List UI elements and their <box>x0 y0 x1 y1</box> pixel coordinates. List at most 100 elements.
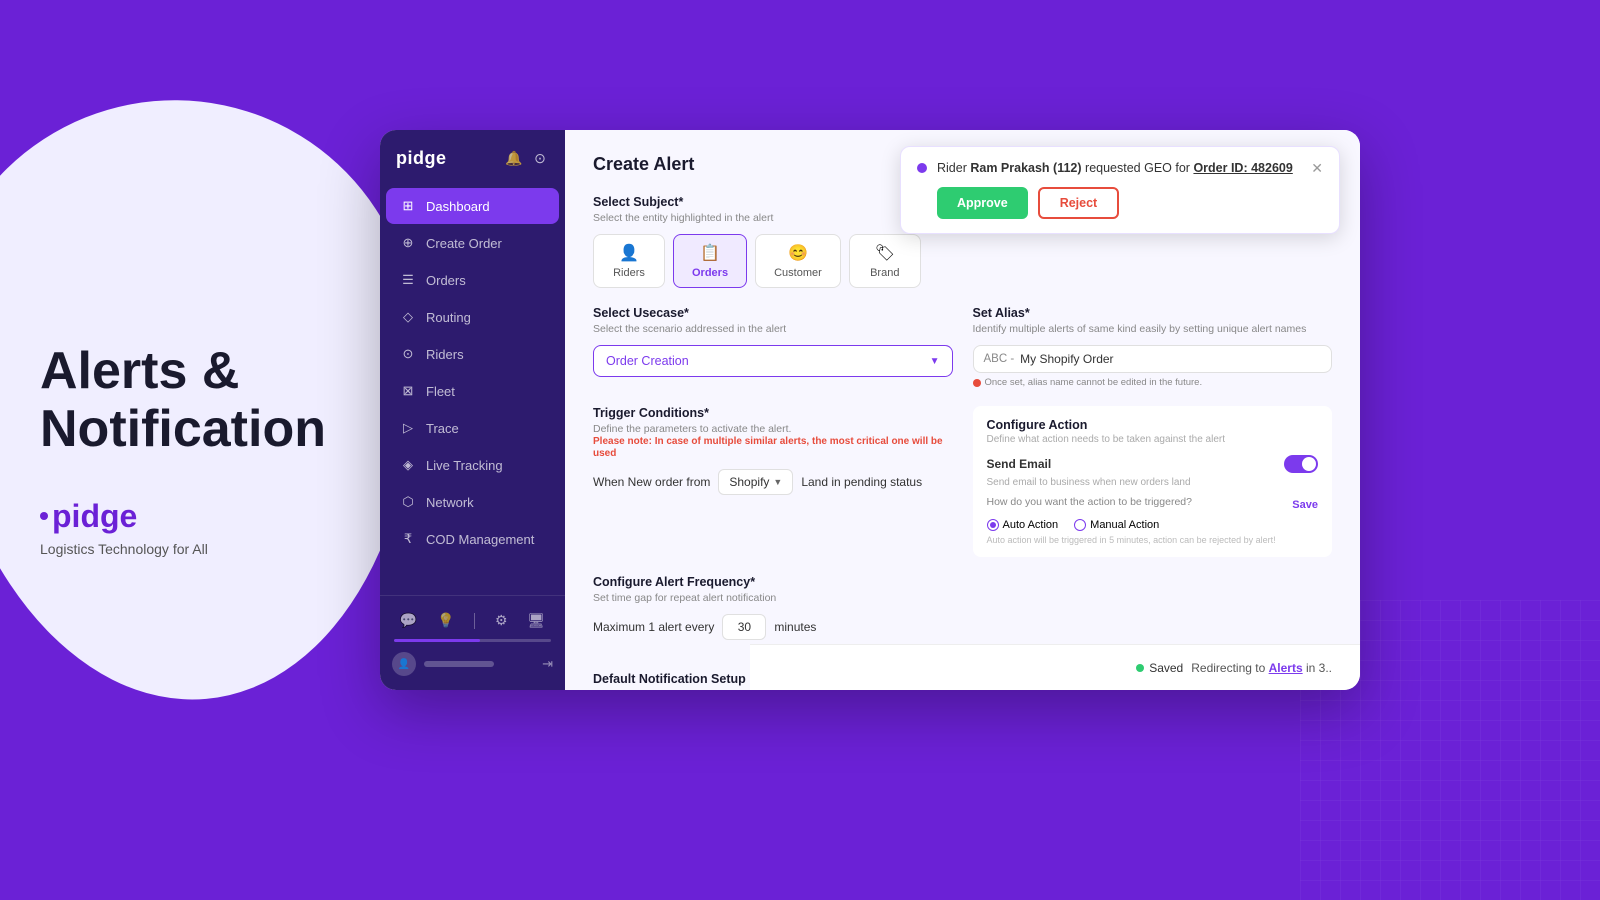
alias-sublabel: Identify multiple alerts of same kind ea… <box>973 323 1333 335</box>
alias-input[interactable] <box>1020 352 1321 366</box>
customer-subject-icon: 😊 <box>788 243 808 263</box>
subject-options: 👤 Riders 📋 Orders 😊 Customer 🏷 Brand <box>593 234 1332 288</box>
sidebar-item-fleet[interactable]: ⊠ Fleet <box>386 373 559 409</box>
send-email-toggle[interactable] <box>1284 455 1318 473</box>
chat-icon[interactable]: 💬 <box>400 612 417 629</box>
usecase-label: Select Usecase* <box>593 306 953 320</box>
sidebar-item-create-order[interactable]: ⊕ Create Order <box>386 225 559 261</box>
frequency-input[interactable] <box>722 614 766 640</box>
sidebar-item-riders[interactable]: ⊙ Riders <box>386 336 559 372</box>
subject-option-riders[interactable]: 👤 Riders <box>593 234 665 288</box>
sidebar-item-orders[interactable]: ☰ Orders <box>386 262 559 298</box>
sidebar-nav: ⊞ Dashboard ⊕ Create Order ☰ Orders ◇ Ro… <box>380 183 565 595</box>
sidebar-item-label: Orders <box>426 273 466 288</box>
manual-action-radio[interactable] <box>1074 519 1086 531</box>
trigger-label: Trigger Conditions* <box>593 406 953 420</box>
frequency-row: Maximum 1 alert every minutes <box>593 614 1332 640</box>
notif-header: Rider Ram Prakash (112) requested GEO fo… <box>917 161 1323 175</box>
save-link[interactable]: Save <box>1292 499 1318 511</box>
sidebar-user: 👤 ⇥ <box>380 646 565 682</box>
orders-icon: ☰ <box>400 272 416 288</box>
progress-bar <box>394 639 551 642</box>
redirect-link[interactable]: Alerts <box>1269 661 1303 675</box>
notification-popup: Rider Ram Prakash (112) requested GEO fo… <box>900 146 1340 234</box>
notif-text: Rider Ram Prakash (112) requested GEO fo… <box>937 161 1301 175</box>
sidebar-item-label: COD Management <box>426 532 534 547</box>
usecase-section: Select Usecase* Select the scenario addr… <box>593 306 953 388</box>
sidebar-item-label: Fleet <box>426 384 455 399</box>
sidebar-item-label: Trace <box>426 421 459 436</box>
manual-action-label: Manual Action <box>1090 519 1159 531</box>
redirect-text: Redirecting to Alerts in 3.. <box>1191 661 1332 675</box>
usecase-value: Order Creation <box>606 354 689 368</box>
user-avatar: 👤 <box>392 652 416 676</box>
reject-button[interactable]: Reject <box>1038 187 1120 219</box>
live-tracking-icon: ◈ <box>400 457 416 473</box>
trace-icon: ▷ <box>400 420 416 436</box>
create-order-icon: ⊕ <box>400 235 416 251</box>
alias-input-row: ABC - <box>973 345 1333 373</box>
search-icon[interactable]: ⊙ <box>531 150 549 168</box>
customer-subject-label: Customer <box>774 267 822 279</box>
frequency-unit: minutes <box>774 620 816 634</box>
riders-icon: ⊙ <box>400 346 416 362</box>
orders-subject-label: Orders <box>692 267 728 279</box>
sidebar-item-dashboard[interactable]: ⊞ Dashboard <box>386 188 559 224</box>
brand-dot <box>40 512 48 520</box>
bottom-bar: Saved Redirecting to Alerts in 3.. <box>750 644 1360 690</box>
chevron-down-icon: ▼ <box>930 356 940 367</box>
sidebar-logo: pidge <box>396 148 447 169</box>
sidebar-item-trace[interactable]: ▷ Trace <box>386 410 559 446</box>
usecase-alias-row: Select Usecase* Select the scenario addr… <box>593 306 1332 388</box>
subject-option-customer[interactable]: 😊 Customer <box>755 234 841 288</box>
brand-subject-label: Brand <box>870 267 899 279</box>
approve-button[interactable]: Approve <box>937 187 1028 219</box>
configure-action-section: Configure Action Define what action need… <box>973 406 1333 557</box>
sidebar-item-label: Network <box>426 495 474 510</box>
trigger-condition-row: When New order from Shopify ▼ Land in pe… <box>593 469 953 495</box>
user-name-bar <box>424 661 494 667</box>
manual-action-option[interactable]: Manual Action <box>1074 519 1159 531</box>
sidebar-item-network[interactable]: ⬡ Network <box>386 484 559 520</box>
frequency-sublabel: Set time gap for repeat alert notificati… <box>593 592 1332 604</box>
alias-warning-text: Once set, alias name cannot be edited in… <box>985 377 1203 388</box>
notif-actions: Approve Reject <box>917 187 1323 219</box>
usecase-dropdown[interactable]: Order Creation ▼ <box>593 345 953 377</box>
alias-prefix: ABC - <box>984 353 1015 365</box>
lightbulb-icon[interactable]: 💡 <box>437 612 454 629</box>
subject-option-orders[interactable]: 📋 Orders <box>673 234 747 288</box>
trigger-suffix: Land in pending status <box>801 475 922 489</box>
orders-subject-icon: 📋 <box>700 243 720 263</box>
auto-action-radio[interactable] <box>987 519 999 531</box>
monitor-icon[interactable]: 🖥 <box>527 612 545 629</box>
sidebar: pidge 🔔 ⊙ ⊞ Dashboard ⊕ Create Order ☰ O… <box>380 130 565 690</box>
sidebar-item-cod-management[interactable]: ₹ COD Management <box>386 521 559 557</box>
notif-dot <box>917 163 927 173</box>
settings-icon[interactable]: ⚙ <box>495 612 508 629</box>
trigger-platform-select[interactable]: Shopify ▼ <box>718 469 793 495</box>
configure-action-title: Configure Action <box>987 418 1319 432</box>
send-email-label: Send Email <box>987 457 1052 471</box>
sidebar-footer-icons: 💬 💡 ⚙ 🖥 <box>380 606 565 635</box>
auto-action-note: Auto action will be triggered in 5 minut… <box>987 535 1319 545</box>
rider-name: Ram Prakash (112) <box>970 161 1081 175</box>
auto-action-option[interactable]: Auto Action <box>987 519 1059 531</box>
platform-value: Shopify <box>729 475 769 489</box>
trigger-section: Trigger Conditions* Define the parameter… <box>593 406 953 557</box>
riders-subject-icon: 👤 <box>619 243 639 263</box>
progress-fill <box>394 639 480 642</box>
logout-icon[interactable]: ⇥ <box>542 656 553 672</box>
order-link[interactable]: Order ID: 482609 <box>1193 161 1292 175</box>
send-email-sublabel: Send email to business when new orders l… <box>987 477 1319 488</box>
radio-row: Auto Action Manual Action <box>987 519 1319 531</box>
close-icon[interactable]: ✕ <box>1311 161 1323 175</box>
warning-dot <box>973 379 981 387</box>
sidebar-item-label: Create Order <box>426 236 502 251</box>
configure-action-sublabel: Define what action needs to be taken aga… <box>987 434 1319 445</box>
bell-icon[interactable]: 🔔 <box>505 150 523 168</box>
how-triggered-label: How do you want the action to be trigger… <box>987 496 1192 508</box>
sidebar-item-live-tracking[interactable]: ◈ Live Tracking <box>386 447 559 483</box>
subject-option-brand[interactable]: 🏷 Brand <box>849 234 921 288</box>
sidebar-item-routing[interactable]: ◇ Routing <box>386 299 559 335</box>
frequency-label: Configure Alert Frequency* <box>593 575 1332 589</box>
